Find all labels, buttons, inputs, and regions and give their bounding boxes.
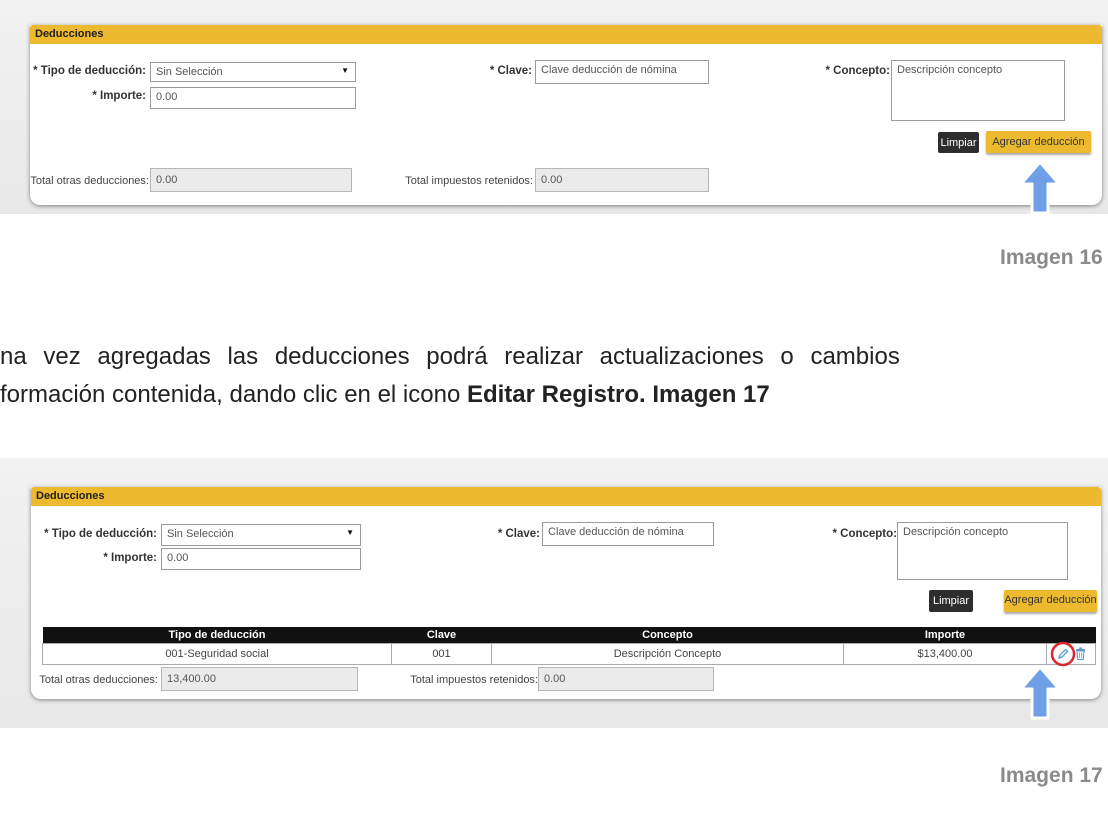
deducciones-panel-2: Deducciones * Tipo de deducción: Sin Sel… <box>31 487 1101 699</box>
cell-concepto: Descripción Concepto <box>491 643 844 665</box>
agregar-deduccion-button[interactable]: Agregar deducción <box>986 131 1091 153</box>
concepto-textarea[interactable]: Descripción concepto <box>891 60 1065 121</box>
importe-input[interactable]: 0.00 <box>150 87 356 109</box>
clave-label: * Clave: <box>489 65 532 77</box>
concepto-label: * Concepto: <box>825 65 890 77</box>
caption-imagen-17: Imagen 17 <box>1000 764 1103 787</box>
importe-label: * Importe: <box>92 90 146 102</box>
column-header-concepto: Concepto <box>491 627 844 644</box>
table-row: 001-Seguridad social 001 Descripción Con… <box>42 641 1096 667</box>
total-otras-deducciones-field: 13,400.00 <box>161 667 358 691</box>
limpiar-button[interactable]: Limpiar <box>938 132 979 153</box>
chevron-down-icon: ▼ <box>346 528 354 537</box>
panel-title: Deducciones <box>31 487 1101 506</box>
concepto-label: * Concepto: <box>832 528 897 540</box>
total-otras-deducciones-label: Total otras deducciones: <box>39 674 158 686</box>
up-arrow-icon <box>1019 665 1061 720</box>
column-header-tipo: Tipo de deducción <box>42 627 392 644</box>
deducciones-panel-1: Deducciones * Tipo de deducción: Sin Sel… <box>30 25 1102 205</box>
clave-label: * Clave: <box>497 528 540 540</box>
clave-input[interactable]: Clave deducción de nómina <box>542 522 714 546</box>
cell-actions <box>1046 641 1096 667</box>
total-otras-deducciones-field: 0.00 <box>150 168 352 192</box>
chevron-down-icon: ▼ <box>341 66 349 75</box>
cell-tipo: 001-Seguridad social <box>42 643 392 665</box>
tipo-deduccion-value: Sin Selección <box>167 528 234 540</box>
importe-label: * Importe: <box>103 552 157 564</box>
paragraph-line-2-bold: Editar Registro. Imagen 17 <box>466 381 770 408</box>
up-arrow-icon <box>1019 160 1061 215</box>
paragraph-line-2-text: formación contenida, dando clic en el ic… <box>0 381 467 408</box>
total-impuestos-retenidos-label: Total impuestos retenidos: <box>405 175 533 187</box>
concepto-textarea[interactable]: Descripción concepto <box>897 522 1068 580</box>
agregar-deduccion-button[interactable]: Agregar deducción <box>1004 590 1097 612</box>
total-impuestos-retenidos-label: Total impuestos retenidos: <box>410 674 538 686</box>
trash-icon[interactable] <box>1075 647 1086 660</box>
table-header-row: Tipo de deducción Clave Concepto Importe <box>42 627 1096 644</box>
highlight-circle <box>1050 641 1076 667</box>
cell-importe: $13,400.00 <box>843 643 1047 665</box>
tipo-deduccion-value: Sin Selección <box>156 66 223 78</box>
caption-imagen-16: Imagen 16 <box>1000 246 1103 269</box>
clave-input[interactable]: Clave deducción de nómina <box>535 60 709 84</box>
panel-title: Deducciones <box>30 25 1102 44</box>
column-header-importe: Importe <box>843 627 1047 644</box>
total-otras-deducciones-label: Total otras deducciones: <box>30 175 149 187</box>
deducciones-table: Tipo de deducción Clave Concepto Importe… <box>42 627 1096 667</box>
tipo-deduccion-label: * Tipo de deducción: <box>33 65 146 77</box>
total-impuestos-retenidos-field: 0.00 <box>535 168 709 192</box>
tipo-deduccion-label: * Tipo de deducción: <box>44 528 157 540</box>
cell-clave: 001 <box>391 643 492 665</box>
paragraph-line-2: formación contenida, dando clic en el ic… <box>0 381 770 409</box>
tipo-deduccion-select[interactable]: Sin Selección ▼ <box>150 62 356 82</box>
tipo-deduccion-select[interactable]: Sin Selección ▼ <box>161 524 361 546</box>
limpiar-button[interactable]: Limpiar <box>929 590 973 612</box>
total-impuestos-retenidos-field: 0.00 <box>538 667 714 691</box>
paragraph-line-1: na vez agregadas las deducciones podrá r… <box>0 343 900 370</box>
column-header-clave: Clave <box>391 627 492 644</box>
importe-input[interactable]: 0.00 <box>161 548 361 570</box>
